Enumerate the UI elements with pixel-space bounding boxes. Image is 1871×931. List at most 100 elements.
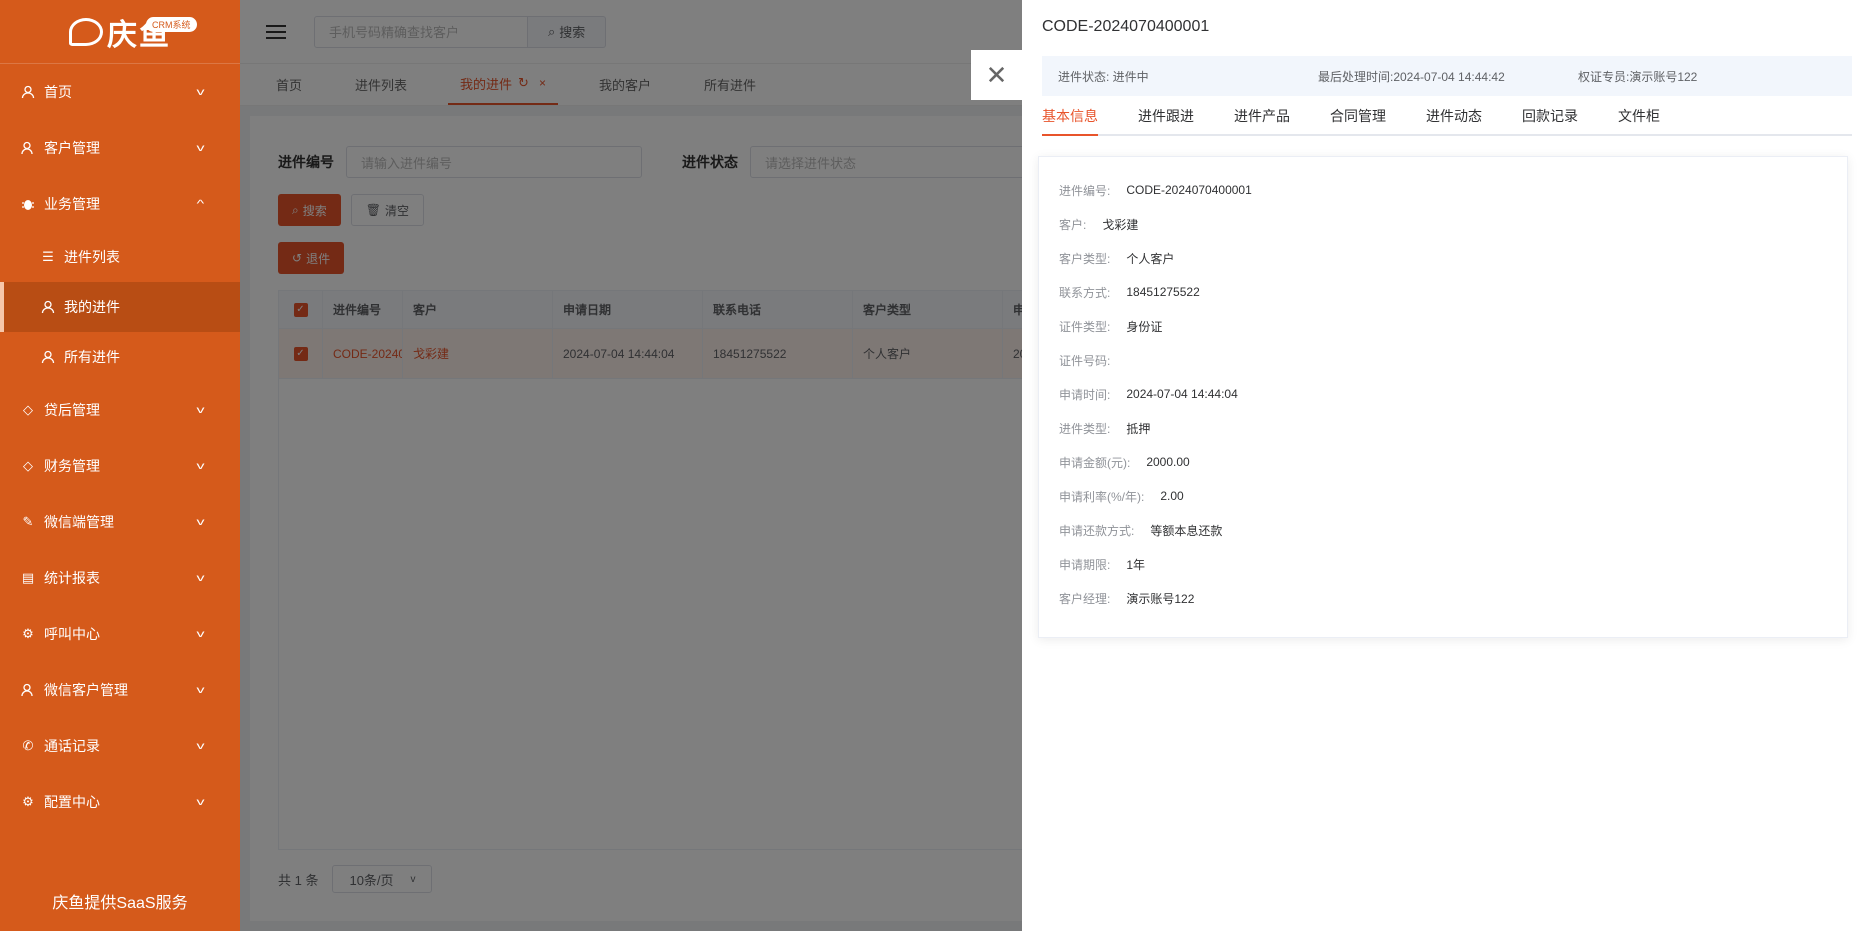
info-label: 客户类型: [1059, 251, 1111, 266]
close-icon: ✕ [985, 59, 1008, 90]
sidebar-item-wechat[interactable]: ✎ 微信端管理 v [0, 494, 240, 550]
tab-file-cabinet[interactable]: 文件柜 [1618, 104, 1660, 136]
chevron-down-icon: v [196, 142, 205, 154]
sidebar-item-label: 微信端管理 [44, 514, 114, 530]
info-value: 2024-07-04 14:44:04 [1126, 387, 1238, 401]
chevron-down-icon: v [196, 404, 205, 416]
info-label: 申请时间: [1059, 387, 1111, 402]
list-icon: ☰ [42, 249, 54, 264]
drawer-tabs: 基本信息 进件跟进 进件产品 合同管理 进件动态 回款记录 文件柜 [1042, 104, 1852, 136]
sidebar-item-label: 通话记录 [44, 738, 100, 754]
sidebar-item-config[interactable]: ⚙ 配置中心 v [0, 774, 240, 830]
info-row: 申请还款方式: 等额本息还款 [1039, 513, 1847, 547]
info-value: 1年 [1126, 557, 1146, 572]
info-value: 等额本息还款 [1150, 523, 1223, 538]
tab-follow-up[interactable]: 进件跟进 [1138, 104, 1194, 136]
info-row: 证件类型: 身份证 [1039, 309, 1847, 343]
info-row: 客户经理: 演示账号122 [1039, 581, 1847, 615]
tag-icon: ◇ [23, 402, 33, 417]
info-row: 客户: 戈彩建 [1039, 207, 1847, 241]
chevron-down-icon: v [196, 740, 205, 752]
sidebar-item-label: 首页 [44, 84, 72, 100]
sidebar-item-label: 贷后管理 [44, 402, 100, 418]
info-label: 进件编号: [1059, 183, 1111, 198]
tab-products[interactable]: 进件产品 [1234, 104, 1290, 136]
last-processed-time: 最后处理时间:2024-07-04 14:44:42 [1318, 69, 1505, 84]
application-status: 进件状态: 进件中 [1058, 69, 1149, 84]
customer-icon [20, 140, 36, 156]
info-label: 客户: [1059, 217, 1087, 232]
tab-basic-info[interactable]: 基本信息 [1042, 104, 1098, 136]
info-row: 证件号码: [1039, 343, 1847, 377]
sidebar-subitem-all-applications[interactable]: 所有进件 [0, 332, 240, 382]
sidebar-item-reports[interactable]: ▤ 统计报表 v [0, 550, 240, 606]
info-label: 证件类型: [1059, 319, 1111, 334]
info-value: 抵押 [1126, 421, 1151, 436]
info-value: 2.00 [1160, 489, 1184, 503]
chevron-down-icon: v [196, 628, 205, 640]
chevron-down-icon: v [196, 460, 205, 472]
chevron-up-icon: ^ [196, 198, 205, 210]
info-value: 戈彩建 [1102, 217, 1139, 232]
tab-activity[interactable]: 进件动态 [1426, 104, 1482, 136]
sidebar-footer: 庆鱼提供SaaS服务 [52, 895, 188, 912]
chart-icon: ▤ [21, 570, 35, 585]
detail-drawer: CODE-2024070400001 进件状态: 进件中 最后处理时间:2024… [1022, 0, 1871, 931]
chevron-down-icon: v [196, 86, 205, 98]
info-label: 进件类型: [1059, 421, 1111, 436]
sidebar-item-label: 统计报表 [44, 570, 100, 586]
brand-badge: CRM系统 [146, 17, 197, 32]
info-value: 个人客户 [1126, 251, 1175, 266]
sidebar-item-finance[interactable]: ◇ 财务管理 v [0, 438, 240, 494]
chevron-down-icon: v [196, 684, 205, 696]
info-value: 身份证 [1126, 319, 1163, 334]
logo: 庆鱼 CRM系统 [0, 0, 240, 64]
info-label: 申请利率(%/年): [1059, 489, 1145, 504]
basic-info-card: 进件编号: CODE-2024070400001 客户: 戈彩建 客户类型: 个人客户… [1038, 156, 1848, 638]
info-label: 申请金额(元): [1059, 455, 1131, 470]
sidebar-subitem-label: 我的进件 [64, 299, 120, 315]
sidebar-item-label: 微信客户管理 [44, 682, 128, 698]
sidebar-item-wechat-customers[interactable]: 微信客户管理 v [0, 662, 240, 718]
gear-icon: ⚙ [22, 626, 34, 641]
info-label: 客户经理: [1059, 591, 1111, 606]
info-label: 申请期限: [1059, 557, 1111, 572]
sidebar-subitem-my-applications[interactable]: 我的进件 [0, 282, 240, 332]
info-row: 申请期限: 1年 [1039, 547, 1847, 581]
sidebar-item-call-records[interactable]: ✆ 通话记录 v [0, 718, 240, 774]
info-value: 18451275522 [1126, 285, 1200, 299]
phone-icon: ✆ [22, 738, 34, 753]
chevron-down-icon: v [196, 516, 205, 528]
sidebar: 庆鱼 CRM系统 首页 v 客户管理 v 业务管理 ^ ☰ 进件列表 我的进件 [0, 0, 240, 931]
edit-icon: ✎ [22, 514, 34, 529]
drawer-title: CODE-2024070400001 [1042, 18, 1210, 35]
sidebar-item-post-loan[interactable]: ◇ 贷后管理 v [0, 382, 240, 438]
info-value: 演示账号122 [1126, 591, 1195, 606]
info-label: 联系方式: [1059, 285, 1111, 300]
gear-icon: ⚙ [22, 794, 34, 809]
sidebar-item-label: 配置中心 [44, 794, 100, 810]
sidebar-subitem-application-list[interactable]: ☰ 进件列表 [0, 232, 240, 282]
tab-contracts[interactable]: 合同管理 [1330, 104, 1386, 136]
sidebar-item-customers[interactable]: 客户管理 v [0, 120, 240, 176]
info-label: 证件号码: [1059, 353, 1111, 368]
status-bar: 进件状态: 进件中 最后处理时间:2024-07-04 14:44:42 权证专… [1042, 56, 1852, 96]
info-row: 申请利率(%/年): 2.00 [1039, 479, 1847, 513]
tab-payments[interactable]: 回款记录 [1522, 104, 1578, 136]
chevron-down-icon: v [196, 572, 205, 584]
sidebar-item-label: 呼叫中心 [44, 626, 100, 642]
info-value: 2000.00 [1146, 455, 1190, 469]
sidebar-item-home[interactable]: 首页 v [0, 64, 240, 120]
sidebar-item-call-center[interactable]: ⚙ 呼叫中心 v [0, 606, 240, 662]
info-row: 申请时间: 2024-07-04 14:44:04 [1039, 377, 1847, 411]
bug-icon [20, 196, 36, 212]
sidebar-item-label: 客户管理 [44, 140, 100, 156]
info-row: 进件编号: CODE-2024070400001 [1039, 173, 1847, 207]
user-icon [40, 299, 56, 315]
drawer-close-button[interactable]: ✕ [971, 50, 1022, 100]
chevron-down-icon: v [196, 796, 205, 808]
tag-icon: ◇ [23, 458, 33, 473]
sidebar-item-business[interactable]: 业务管理 ^ [0, 176, 240, 232]
specialist: 权证专员:演示账号122 [1578, 69, 1698, 84]
info-row: 联系方式: 18451275522 [1039, 275, 1847, 309]
